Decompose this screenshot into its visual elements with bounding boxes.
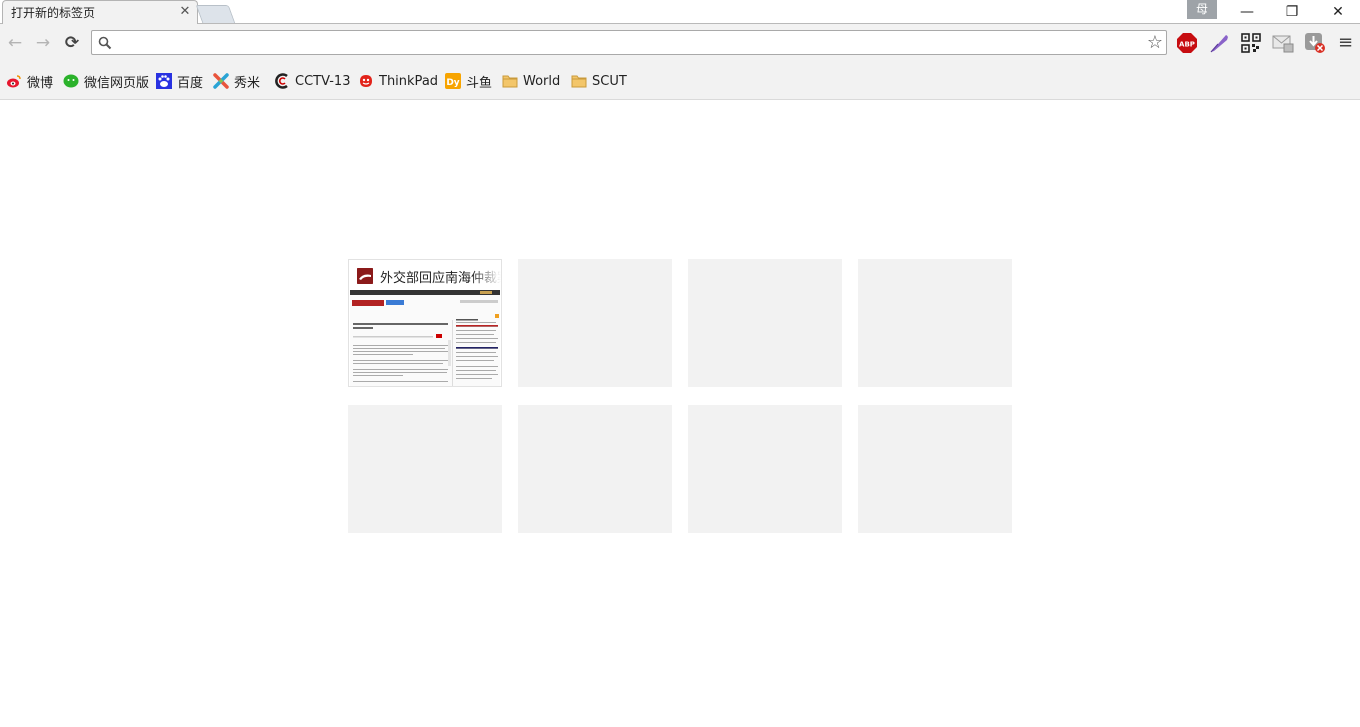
minimize-button[interactable]: — (1224, 0, 1270, 24)
most-visited-tile-empty (518, 259, 672, 387)
search-icon (98, 36, 112, 50)
reload-button[interactable]: ⟳ (60, 31, 84, 55)
bookmark-wechat[interactable]: 微信网页版 (63, 71, 149, 91)
back-button[interactable]: ← (3, 31, 27, 55)
bookmark-label: SCUT (592, 73, 627, 89)
bookmark-label: 微信网页版 (84, 75, 150, 91)
bookmark-label: 微博 (27, 75, 54, 91)
folder-icon (571, 75, 587, 88)
bookmark-weibo[interactable]: 微博 (6, 71, 53, 91)
most-visited-tile-empty (518, 405, 672, 533)
mail-icon[interactable] (1272, 32, 1294, 54)
bookmark-thinkpad[interactable]: ThinkPad (358, 71, 438, 91)
restore-button[interactable]: ❐ (1269, 0, 1315, 24)
svg-text:ABP: ABP (1179, 41, 1195, 49)
douyu-icon: Dy (445, 73, 461, 89)
close-tab-icon[interactable]: ✕ (178, 5, 192, 19)
close-window-button[interactable]: ✕ (1315, 0, 1360, 24)
most-visited-tile-empty (858, 259, 1012, 387)
cctv-icon (275, 73, 288, 89)
svg-text:Dy: Dy (446, 78, 459, 88)
omnibox[interactable]: ☆ (91, 30, 1167, 55)
bookmark-star-icon[interactable]: ☆ (1145, 33, 1165, 53)
tile-title-fade (471, 260, 501, 290)
menu-icon[interactable]: ≡ (1338, 33, 1353, 53)
tab-content: 打开新的标签页 ✕ (0, 0, 196, 25)
address-input[interactable] (116, 34, 1136, 52)
most-visited-tile-empty (858, 405, 1012, 533)
bookmark-xiumi[interactable]: 秀米 (213, 71, 260, 91)
tab-title: 打开新的标签页 (11, 6, 96, 20)
xiumi-icon (213, 73, 229, 89)
tab-strip: 打开新的标签页 ✕ 母 — ❐ ✕ (0, 0, 1360, 25)
weibo-icon (7, 75, 21, 88)
bookmark-label: CCTV-13 (295, 73, 351, 89)
tile-header: 外交部回应南海仲裁案 (349, 260, 501, 290)
wechat-icon (63, 74, 79, 88)
profile-button[interactable]: 母 (1187, 0, 1217, 19)
page-thumbnail (350, 290, 500, 386)
most-visited-tile-empty (688, 405, 842, 533)
forward-button[interactable]: → (31, 31, 55, 55)
bookmark-label: 斗鱼 (466, 75, 493, 91)
folder-icon (502, 75, 518, 88)
bookmark-label: 百度 (177, 75, 204, 91)
baidu-icon (156, 73, 172, 89)
abp-icon[interactable]: ABP (1176, 32, 1198, 54)
bookmark-folder-scut[interactable]: SCUT (571, 71, 627, 91)
most-visited-tile-empty (348, 405, 502, 533)
bookmark-label: ThinkPad (379, 73, 439, 89)
most-visited-tile[interactable]: 外交部回应南海仲裁案 (348, 259, 502, 387)
news-site-favicon-icon (357, 268, 373, 284)
bookmarks-bar: 微博 微信网页版 百度 秀米 CCTV-13 ThinkPad Dy 斗鱼 Wo… (0, 61, 1360, 100)
qr-code-icon[interactable] (1240, 32, 1262, 54)
bookmark-label: World (523, 73, 561, 89)
bookmark-folder-world[interactable]: World (502, 71, 560, 91)
bookmark-label: 秀米 (234, 75, 261, 91)
most-visited-tile-empty (688, 259, 842, 387)
most-visited-grid: 外交部回应南海仲裁案 (348, 259, 1012, 533)
download-icon[interactable] (1304, 32, 1326, 54)
new-tab-button[interactable] (195, 5, 236, 23)
bookmark-baidu[interactable]: 百度 (156, 71, 203, 91)
quill-icon[interactable] (1208, 32, 1230, 54)
bookmark-cctv13[interactable]: CCTV-13 (274, 71, 350, 91)
thinkpad-icon (360, 75, 372, 87)
bookmark-douyu[interactable]: Dy 斗鱼 (445, 71, 492, 91)
